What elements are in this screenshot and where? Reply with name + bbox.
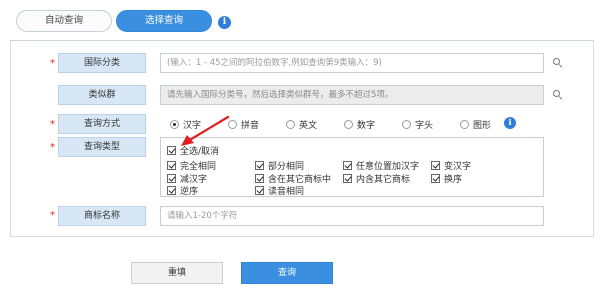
intl-class-label: 国际分类	[58, 53, 146, 73]
checkbox-label: 完全相同	[180, 162, 217, 172]
radio-dot[interactable]	[402, 119, 411, 129]
checkbox[interactable]	[343, 174, 352, 183]
similar-group-label: 类似群	[58, 85, 146, 105]
radio-label: 英文	[299, 120, 318, 131]
tab-auto-query[interactable]: 自动查询	[16, 10, 112, 32]
query-method-label: 查询方式	[58, 114, 146, 134]
search-icon[interactable]	[553, 90, 563, 101]
radio-initial[interactable]: 字头	[402, 117, 433, 131]
info-icon[interactable]: i	[218, 16, 231, 29]
radio-label: 汉字	[183, 120, 202, 131]
checkbox-contains-other[interactable]: 内含其它商标	[343, 173, 411, 185]
radio-dot[interactable]	[286, 119, 295, 129]
reset-button[interactable]: 重填	[131, 262, 223, 284]
checkbox-same-pronunciation[interactable]: 读音相同	[255, 185, 305, 197]
radio-graphic[interactable]: 图形	[460, 117, 491, 131]
checkbox-label: 逆序	[180, 187, 199, 197]
info-icon[interactable]: i	[504, 117, 516, 129]
checkbox[interactable]	[167, 186, 176, 195]
query-tabs: 自动查询 选择查询 i	[0, 0, 600, 34]
checkbox-remove-hanzi[interactable]: 减汉字	[167, 173, 207, 185]
radio-number[interactable]: 数字	[344, 117, 375, 131]
radio-label: 拼音	[241, 120, 260, 131]
radio-english[interactable]: 英文	[286, 117, 317, 131]
checkbox-partial[interactable]: 部分相同	[255, 160, 305, 172]
checkbox-identical[interactable]: 完全相同	[167, 160, 217, 172]
checkbox-label: 换序	[444, 175, 463, 185]
intl-class-input[interactable]: (输入：1 - 45之间的阿拉伯数字,例如查询第9类输入：9)	[160, 53, 544, 73]
checkbox[interactable]	[255, 174, 264, 183]
radio-pinyin[interactable]: 拼音	[228, 117, 259, 131]
checkbox[interactable]	[431, 161, 440, 170]
checkbox-label: 任意位置加汉字	[356, 162, 420, 172]
similar-group-input[interactable]: 请先输入国际分类号，然后选择类似群号，最多不超过5项。	[160, 85, 544, 105]
checkbox-swap-order[interactable]: 换序	[431, 173, 463, 185]
checkbox[interactable]	[167, 174, 176, 183]
required-mark: *	[50, 210, 55, 221]
radio-dot-selected[interactable]	[170, 119, 179, 129]
required-mark: *	[50, 119, 55, 130]
query-type-label: 查询类型	[58, 137, 146, 157]
search-icon[interactable]	[553, 58, 563, 69]
checkbox-contained-in-other[interactable]: 含在其它商标中	[255, 173, 331, 185]
query-type-box: 全选/取消 完全相同 部分相同 任意位置加汉字 变汉字 减汉字 含在其它商标中 …	[160, 137, 544, 197]
trademark-name-input[interactable]: 请输入1-20个字符	[160, 206, 544, 226]
checkbox-label: 读音相同	[268, 187, 305, 197]
tab-select-query[interactable]: 选择查询	[116, 10, 212, 32]
required-mark: *	[50, 58, 55, 69]
radio-dot[interactable]	[344, 119, 353, 129]
checkbox[interactable]	[167, 146, 176, 155]
query-button[interactable]: 查询	[241, 262, 333, 284]
checkbox[interactable]	[255, 186, 264, 195]
checkbox-label: 部分相同	[268, 162, 305, 172]
checkbox[interactable]	[431, 174, 440, 183]
radio-label: 数字	[357, 120, 376, 131]
radio-label: 图形	[473, 120, 492, 131]
required-mark: *	[50, 142, 55, 153]
checkbox[interactable]	[255, 161, 264, 170]
radio-dot[interactable]	[460, 119, 469, 129]
checkbox-add-hanzi[interactable]: 任意位置加汉字	[343, 160, 420, 172]
checkbox-label: 全选/取消	[180, 147, 220, 157]
checkbox-label: 内含其它商标	[356, 175, 411, 185]
checkbox-label: 变汉字	[444, 162, 472, 172]
checkbox-change-hanzi[interactable]: 变汉字	[431, 160, 472, 172]
checkbox[interactable]	[167, 161, 176, 170]
radio-hanzi[interactable]: 汉字	[170, 117, 201, 131]
trademark-name-label: 商标名称	[58, 206, 146, 226]
checkbox[interactable]	[343, 161, 352, 170]
radio-dot[interactable]	[228, 119, 237, 129]
radio-label: 字头	[415, 120, 434, 131]
checkbox-select-all[interactable]: 全选/取消	[167, 145, 220, 157]
checkbox-reverse-order[interactable]: 逆序	[167, 185, 199, 197]
